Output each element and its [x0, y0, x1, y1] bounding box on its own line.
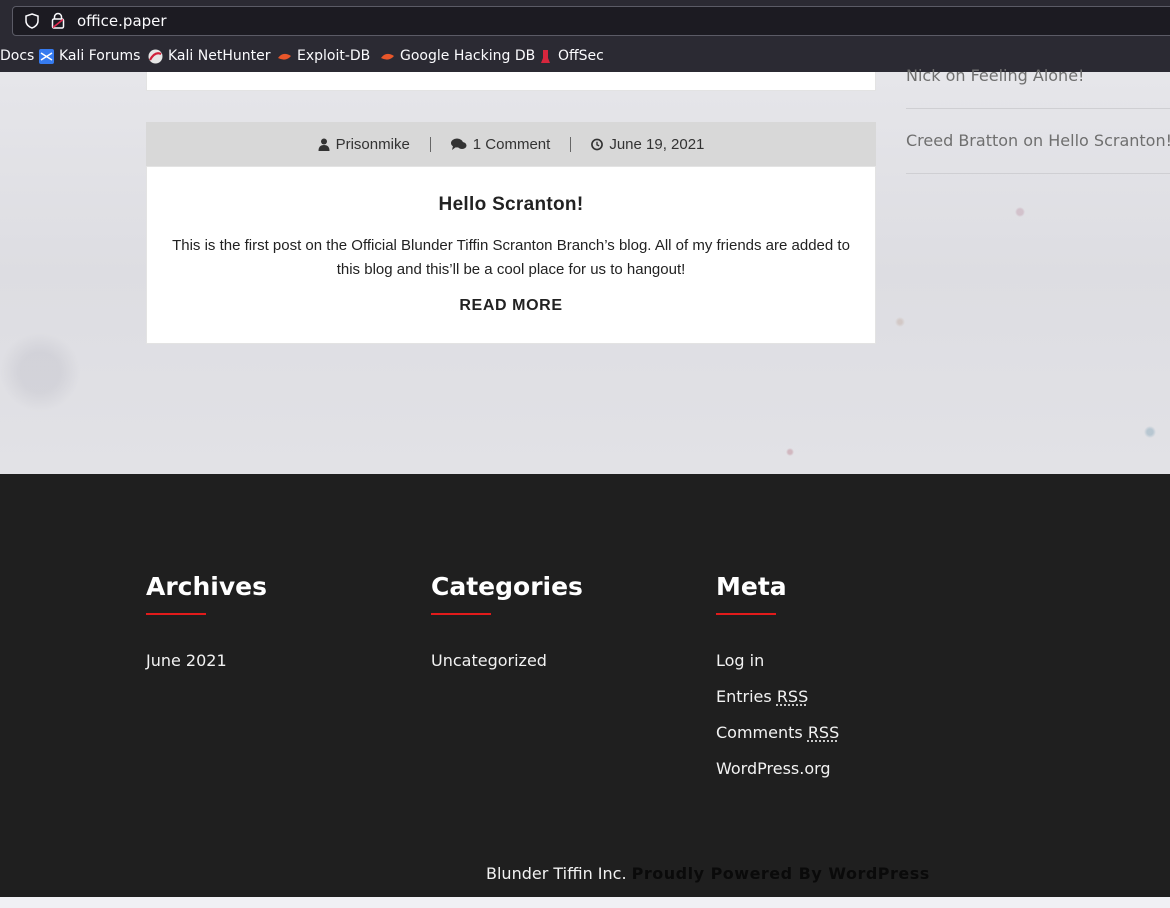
kali-forums-icon	[39, 48, 54, 64]
post-card: Hello Scranton! This is the first post o…	[146, 166, 876, 344]
bookmark-kali-nethunter[interactable]: Kali NetHunter	[148, 48, 270, 64]
comments-label[interactable]: Comments	[716, 723, 808, 742]
site-footer: Archives June 2021 Categories Uncategori…	[0, 474, 1170, 897]
credits-text: Blunder Tiffin Inc.	[486, 864, 627, 883]
widget-title: Categories	[431, 572, 583, 601]
categories-widget: Categories Uncategorized	[431, 572, 583, 687]
post-meta-bar: Prisonmike 1 Comment June 19, 2021	[146, 122, 876, 166]
post-date[interactable]: June 19, 2021	[571, 136, 724, 153]
wordpress-org-link[interactable]: WordPress.org	[716, 759, 839, 795]
author-name[interactable]: Prisonmike	[336, 136, 410, 153]
entries-label[interactable]: Entries	[716, 687, 777, 706]
bookmark-label: Kali Forums	[59, 48, 141, 64]
meta-widget: Meta Log in Entries RSS Comments RSS Wor…	[716, 572, 839, 795]
exploit-db-icon	[278, 53, 291, 60]
recent-comment-item[interactable]: Creed Bratton on Hello Scranton!	[906, 131, 1170, 150]
shield-icon[interactable]	[25, 13, 39, 29]
clock-icon	[591, 138, 604, 150]
bookmark-exploit-db[interactable]: Exploit-DB	[277, 48, 370, 64]
archives-widget: Archives June 2021	[146, 572, 267, 687]
bookmark-google-hacking-db[interactable]: Google Hacking DB	[380, 48, 535, 64]
site-credits: Blunder Tiffin Inc. Proudly Powered By W…	[486, 864, 930, 883]
read-more-link[interactable]: READ MORE	[459, 297, 562, 315]
browser-toolbar: office.paper	[0, 0, 1170, 42]
archives-list: June 2021	[146, 651, 267, 687]
widget-title-underline	[146, 613, 206, 615]
bookmark-offsec[interactable]: OffSec	[538, 48, 604, 64]
bookmark-label: Kali NetHunter	[168, 48, 271, 64]
sidebar-divider	[906, 108, 1170, 109]
bookmark-label: Google Hacking DB	[400, 48, 536, 64]
google-hacking-db-icon	[381, 53, 394, 60]
widget-title: Archives	[146, 572, 267, 601]
bookmark-label: Docs	[0, 48, 35, 64]
comments-count[interactable]: 1 Comment	[473, 136, 551, 153]
post-excerpt: This is the first post on the Official B…	[172, 237, 850, 278]
kali-nethunter-icon	[148, 49, 163, 63]
bookmark-label: Exploit-DB	[297, 48, 371, 64]
meta-list: Log in Entries RSS Comments RSS WordPres…	[716, 651, 839, 795]
address-bar[interactable]: office.paper	[12, 6, 1170, 36]
log-in-link[interactable]: Log in	[716, 651, 839, 687]
bookmark-kali-forums[interactable]: Kali Forums	[39, 48, 140, 64]
offsec-icon	[541, 49, 550, 63]
comments-icon	[450, 138, 467, 150]
post-author[interactable]: Prisonmike	[298, 136, 430, 153]
sidebar-divider	[906, 173, 1170, 174]
user-icon	[318, 138, 330, 151]
comments-rss-link[interactable]: Comments RSS	[716, 723, 839, 759]
categories-list: Uncategorized	[431, 651, 583, 687]
post-title[interactable]: Hello Scranton!	[147, 194, 875, 216]
post-comments[interactable]: 1 Comment	[431, 136, 571, 153]
bookmark-label: OffSec	[558, 48, 604, 64]
recent-comment-item[interactable]: Nick on Feeling Alone!	[906, 66, 1084, 85]
date-text[interactable]: June 19, 2021	[609, 136, 704, 153]
bookmark-docs[interactable]: Docs	[0, 48, 34, 64]
lock-icon[interactable]	[51, 12, 65, 29]
url-text[interactable]: office.paper	[77, 12, 167, 30]
archive-link[interactable]: June 2021	[146, 651, 267, 687]
entries-rss-link[interactable]: Entries RSS	[716, 687, 839, 723]
category-link[interactable]: Uncategorized	[431, 651, 583, 687]
widget-title-underline	[716, 613, 776, 615]
wordpress-org-label[interactable]: WordPress.org	[716, 759, 831, 778]
rss-abbr[interactable]: RSS	[808, 723, 839, 742]
rss-abbr[interactable]: RSS	[777, 687, 808, 706]
powered-by-link[interactable]: Proudly Powered By WordPress	[632, 864, 930, 883]
log-in-label[interactable]: Log in	[716, 651, 764, 670]
widget-title-underline	[431, 613, 491, 615]
previous-post-card	[146, 72, 876, 91]
widget-title: Meta	[716, 572, 787, 601]
browser-bottom-edge	[0, 897, 1170, 908]
